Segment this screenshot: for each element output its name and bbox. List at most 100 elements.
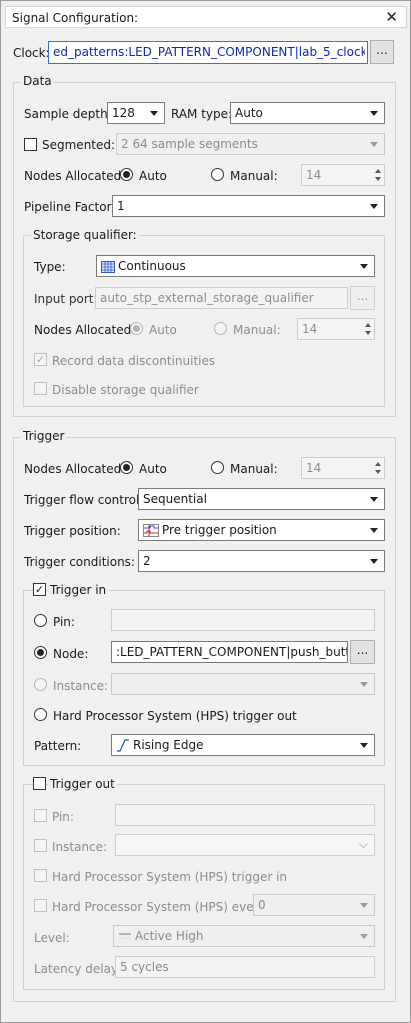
trigger-out-title: Trigger out [48,777,117,791]
chevron-down-icon [370,142,378,147]
storage-type-value: Continuous [101,259,186,273]
panel-title: Signal Configuration: [12,11,139,25]
pattern-select[interactable]: Rising Edge [111,734,375,756]
signal-configuration-panel: Signal Configuration: ✕ Clock: ed_patter… [0,0,411,1023]
trigger-nodes-manual-radio[interactable] [211,461,224,474]
trigger-position-value: Pre trigger position [143,523,277,537]
trigger-out-instance-checkbox[interactable] [34,839,47,852]
input-port-browse-button[interactable]: ... [350,286,375,310]
clock-label: Clock: [13,46,50,60]
trigger-flow-control-select[interactable]: Sequential [138,488,385,510]
trigger-in-node-browse-button[interactable]: ... [350,640,375,664]
spin-down-icon[interactable] [365,331,371,335]
clock-browse-button[interactable]: ... [370,40,394,64]
trigger-conditions-value: 2 [143,554,151,568]
trigger-in-pin-radio[interactable] [34,614,47,627]
trigger-nodes-allocated-label: Nodes Allocated: [24,462,126,476]
storage-nodes-auto-label: Auto [149,323,177,337]
chevron-down-icon [370,497,378,502]
trigger-out-pin-field[interactable] [115,804,375,826]
panel-titlebar: Signal Configuration: ✕ [5,6,407,28]
input-port-field[interactable]: auto_stp_external_storage_qualifier [95,287,348,309]
storage-nodes-manual-spinner[interactable]: 14 [297,318,375,340]
trigger-nodes-auto-label: Auto [139,462,167,476]
trigger-position-text: Pre trigger position [162,523,277,537]
segmented-select[interactable]: 2 64 sample segments [116,133,385,155]
trigger-in-title: Trigger in [48,583,109,597]
trigger-out-instance-select[interactable]: ⌵ [115,834,375,856]
storage-type-label: Type: [34,260,66,274]
trigger-nodes-manual-spinner[interactable]: 14 [301,457,385,479]
storage-type-select[interactable]: Continuous [96,255,375,277]
spin-down-icon[interactable] [375,470,381,474]
trigger-in-hps-radio[interactable] [34,708,47,721]
close-icon[interactable]: ✕ [385,8,398,26]
storage-nodes-auto-radio[interactable] [130,322,143,335]
trigger-nodes-auto-radio[interactable] [120,461,133,474]
chevron-down-icon [370,559,378,564]
spin-up-icon[interactable] [375,462,381,466]
chevron-down-icon [360,934,368,939]
nodes-manual-spinner[interactable]: 14 [301,164,385,186]
storage-nodes-manual-radio[interactable] [214,322,227,335]
trigger-in-instance-label: Instance: [53,679,109,693]
trigger-in-instance-radio[interactable] [34,678,47,691]
trigger-nodes-manual-value: 14 [306,461,322,475]
data-group-title: Data [21,74,54,88]
trigger-out-checkbox[interactable] [33,777,46,790]
rising-edge-icon [117,739,129,752]
spin-up-icon[interactable] [365,323,371,327]
nodes-manual-radio[interactable] [211,168,224,181]
record-discontinuities-label: Record data discontinuities [52,354,216,368]
trigger-out-hps-event-value: 0 [258,898,266,912]
ram-type-label: RAM type: [171,107,233,121]
chevron-down-icon [370,204,378,209]
record-discontinuities-checkbox[interactable]: ✓ [34,353,47,366]
chevron-down-icon [360,743,368,748]
nodes-auto-radio[interactable] [120,168,133,181]
level-label: Level: [34,931,70,945]
chevron-down-icon: ⌵ [358,837,368,851]
trigger-position-select[interactable]: Pre trigger position [138,519,385,541]
trigger-out-pin-checkbox[interactable] [34,809,47,822]
nodes-auto-label: Auto [139,169,167,183]
storage-nodes-manual-value: 14 [302,322,318,336]
trigger-out-hps-event-select[interactable]: 0 [253,894,375,916]
trigger-nodes-manual-label: Manual: [230,462,278,476]
pipeline-factor-select[interactable]: 1 [112,195,385,217]
latency-delay-field[interactable]: 5 cycles [115,956,375,978]
trigger-out-hps-in-checkbox[interactable] [34,869,47,882]
trigger-in-node-field[interactable]: :LED_PATTERN_COMPONENT|push_button [111,641,348,663]
trigger-out-hps-event-label: Hard Processor System (HPS) event: [52,900,270,914]
segmented-checkbox[interactable] [24,138,37,151]
chevron-down-icon [370,528,378,533]
chevron-down-icon [150,111,158,116]
spin-down-icon[interactable] [375,177,381,181]
spin-up-icon[interactable] [375,169,381,173]
trigger-position-icon [143,524,159,537]
trigger-conditions-label: Trigger conditions: [24,555,135,569]
level-select[interactable]: Active High [113,925,375,947]
trigger-in-node-radio[interactable] [34,646,47,659]
trigger-out-hps-in-label: Hard Processor System (HPS) trigger in [52,870,288,884]
sample-depth-select[interactable]: 128 [107,102,165,124]
continuous-icon [101,260,115,273]
level-text: Active High [135,929,204,943]
chevron-down-icon [360,682,368,687]
chevron-down-icon [360,903,368,908]
trigger-in-pin-field[interactable] [111,609,375,631]
pattern-label: Pattern: [34,739,82,753]
nodes-manual-label: Manual: [230,169,278,183]
clock-field[interactable]: ed_patterns:LED_PATTERN_COMPONENT|lab_5_… [48,41,368,64]
latency-delay-label: Latency delay: [34,962,122,976]
disable-storage-qualifier-checkbox[interactable] [34,382,47,395]
trigger-in-node-label: Node: [53,647,89,661]
trigger-in-instance-select[interactable] [111,673,375,695]
segmented-value: 2 64 sample segments [121,137,258,151]
trigger-conditions-select[interactable]: 2 [138,550,385,572]
trigger-out-hps-event-checkbox[interactable] [34,899,47,912]
sample-depth-value: 128 [112,106,135,120]
trigger-in-pin-label: Pin: [53,615,75,629]
ram-type-select[interactable]: Auto [230,102,385,124]
trigger-in-checkbox[interactable]: ✓ [33,583,46,596]
